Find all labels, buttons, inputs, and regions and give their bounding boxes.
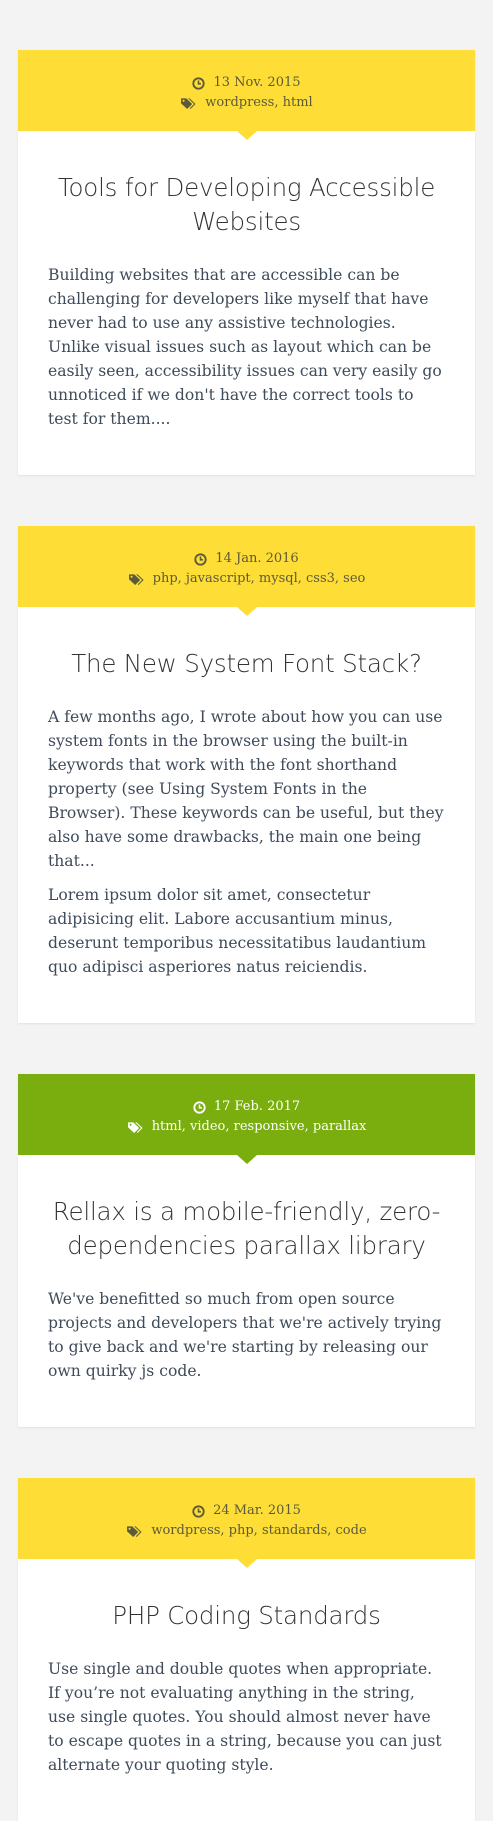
tags-icon: [128, 573, 145, 586]
clock-icon: [193, 1100, 206, 1114]
clock-icon: [192, 76, 206, 90]
post-date: 14 Jan. 2016: [215, 551, 299, 566]
tags-icon: [180, 97, 197, 110]
post-meta-header: 13 Nov. 2015 wordpress, html: [18, 50, 475, 140]
post-card: 14 Jan. 2016 php, javascript, mysql, css…: [18, 526, 475, 1023]
post-excerpt-extra: Lorem ipsum dolor sit amet, consectetur …: [48, 886, 427, 976]
post-title[interactable]: The New System Font Stack?: [48, 647, 445, 681]
post-feed: 13 Nov. 2015 wordpress, html Tools for D…: [0, 0, 493, 1821]
post-tags-line: wordpress, html: [18, 93, 475, 113]
post-card: 13 Nov. 2015 wordpress, html Tools for D…: [18, 50, 475, 475]
post-tags-line: php, javascript, mysql, css3, seo: [18, 569, 475, 589]
post-date-line: 24 Mar. 2015: [18, 1501, 475, 1521]
clock-icon: [192, 1504, 205, 1518]
post-date-line: 17 Feb. 2017: [18, 1097, 475, 1117]
post-body: Tools for Developing Accessible Websites…: [18, 131, 475, 475]
post-meta-header: 24 Mar. 2015 wordpress, php, standards, …: [18, 1478, 475, 1568]
post-title[interactable]: Tools for Developing Accessible Websites: [48, 171, 445, 239]
post-tags-line: wordpress, php, standards, code: [18, 1521, 475, 1541]
post-date: 13 Nov. 2015: [213, 75, 301, 90]
post-excerpt: Building websites that are accessible ca…: [48, 266, 442, 428]
post-body: PHP Coding Standards Use single and doub…: [18, 1559, 475, 1821]
post-date: 24 Mar. 2015: [213, 1503, 301, 1518]
post-card: 17 Feb. 2017 html, video, responsive, pa…: [18, 1074, 475, 1427]
clock-icon: [194, 552, 207, 566]
post-tags-line: html, video, responsive, parallax: [18, 1117, 475, 1137]
post-tags[interactable]: php, javascript, mysql, css3, seo: [153, 569, 366, 589]
post-excerpt: We've benefitted so much from open sourc…: [48, 1290, 442, 1380]
post-body: The New System Font Stack? A few months …: [18, 607, 475, 1023]
post-card: 24 Mar. 2015 wordpress, php, standards, …: [18, 1478, 475, 1821]
post-date-line: 14 Jan. 2016: [18, 549, 475, 569]
post-title[interactable]: Rellax is a mobile-friendly, zero-depend…: [48, 1195, 445, 1263]
post-tags[interactable]: wordpress, php, standards, code: [151, 1521, 366, 1541]
post-meta-header: 17 Feb. 2017 html, video, responsive, pa…: [18, 1074, 475, 1164]
post-body: Rellax is a mobile-friendly, zero-depend…: [18, 1155, 475, 1427]
tags-icon: [127, 1121, 144, 1134]
post-tags[interactable]: html, video, responsive, parallax: [152, 1117, 367, 1137]
tags-icon: [126, 1525, 143, 1538]
post-excerpt: Use single and double quotes when approp…: [48, 1660, 442, 1774]
post-excerpt: A few months ago, I wrote about how you …: [48, 708, 444, 870]
post-date-line: 13 Nov. 2015: [18, 73, 475, 93]
post-meta-header: 14 Jan. 2016 php, javascript, mysql, css…: [18, 526, 475, 616]
post-date: 17 Feb. 2017: [213, 1099, 301, 1114]
post-title[interactable]: PHP Coding Standards: [48, 1599, 445, 1633]
post-tags[interactable]: wordpress, html: [205, 93, 312, 113]
